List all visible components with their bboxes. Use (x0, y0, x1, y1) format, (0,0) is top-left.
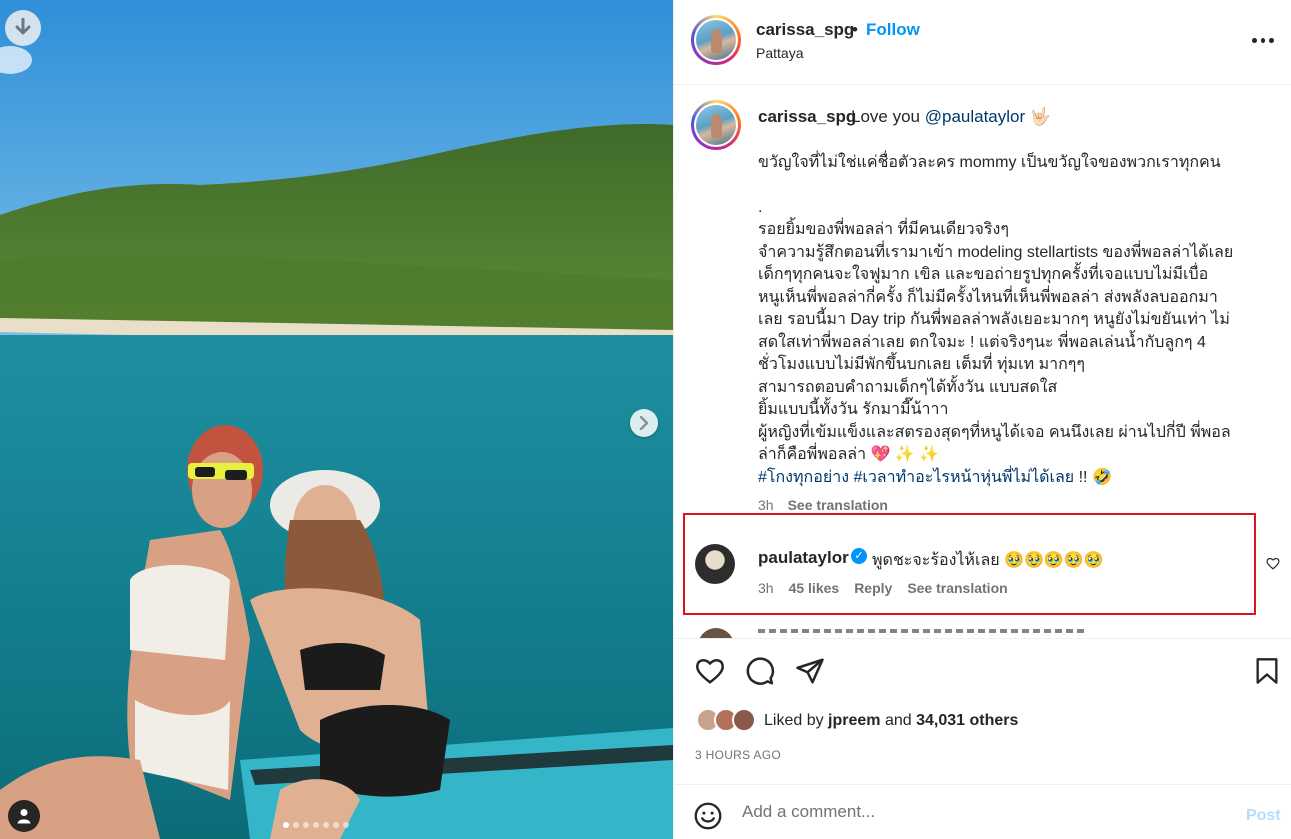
carousel-next-button[interactable] (630, 409, 658, 437)
caption-line: ชั่วโมงแบบไม่มีพักขึ้นบกเลย เต็มที่ ทุ่ม… (758, 356, 1085, 373)
commenter-avatar[interactable] (695, 544, 735, 584)
comment-meta: 3h 45 likes Reply See translation (758, 580, 1008, 596)
post-side-panel: carissa_spg • Follow Pattaya carissa_spg… (673, 0, 1291, 839)
verified-badge-icon: ✓ (851, 548, 867, 564)
carousel-dot (283, 822, 289, 828)
caption-hashtag-suffix: !! 🤣 (1074, 468, 1112, 486)
caption-line: ล่าก็คือพี่พอลล่า 💖 ✨ ✨ (758, 446, 940, 463)
comment-bubble-icon[interactable] (745, 657, 775, 687)
save-bookmark-icon[interactable] (1254, 657, 1280, 685)
carousel-dot (303, 822, 309, 828)
like-heart-icon[interactable] (695, 657, 725, 685)
carousel-dot (313, 822, 319, 828)
comment-reply-button[interactable]: Reply (854, 580, 892, 596)
more-options-icon[interactable] (1252, 38, 1275, 44)
author-username[interactable]: carissa_spg (756, 20, 854, 40)
liked-by-text: Liked by jpreem and 34,031 others (764, 712, 1018, 730)
liked-by-others[interactable]: 34,031 others (916, 712, 1018, 729)
post-photo[interactable] (0, 0, 673, 839)
follow-button[interactable]: Follow (866, 20, 920, 40)
caption-line: รอยยิ้มของพี่พอลล่า ที่มีคนเดียวจริงๆ (758, 221, 1009, 238)
caption-mention-link[interactable]: @paulataylor (925, 107, 1025, 126)
chevron-right-icon (639, 416, 649, 430)
comment-text: พูดชะจะร้องไห้เลย 🥹🥹🥹🥹🥹 (872, 552, 1104, 569)
carousel-dot (293, 822, 299, 828)
caption-username[interactable]: carissa_spg (758, 107, 856, 127)
share-send-icon[interactable] (795, 657, 825, 685)
caption-meta: 3h See translation (758, 497, 888, 513)
caption-hashtag-line: #โกงทุกอย่าง #เวลาทำอะไรหน้าหุ่นพี่ไม่ได… (758, 467, 1268, 490)
commenter-username[interactable]: paulataylor (758, 548, 849, 568)
caption-line: สามารถตอบคำถามเด็กๆได้ทั้งวัน แบบสดใส (758, 378, 1058, 396)
caption-line: เด็กๆทุกคนจะใจฟูมาก เขิล และขอถ่ายรูปทุก… (758, 266, 1209, 283)
caption-line: หนูเห็นพี่พอลล่ากี่ครั้ง ก็ไม่มีครั้งไหน… (758, 288, 1218, 306)
caption-line: จำความรู้สึกตอนที่เรามาเข้า modeling ste… (758, 243, 1234, 261)
download-icon (15, 18, 31, 35)
liked-by-prefix: Liked by (764, 712, 829, 729)
caption-line: ขวัญใจที่ไม่ใช่แค่ชื่อตัวละคร mommy เป็น… (758, 154, 1221, 171)
liked-by-and: and (880, 712, 917, 729)
add-comment-input[interactable] (742, 797, 1222, 827)
caption-hashtags[interactable]: #โกงทุกอย่าง #เวลาทำอะไรหน้าหุ่นพี่ไม่ได… (758, 469, 1074, 486)
caption-line: ยิ้มแบบนี้ทั้งวัน รักมามี๊น้าาา (758, 401, 949, 418)
caption-line: ผู้หญิงที่เข้มแข็งและสตรองสุดๆที่หนูได้เ… (758, 423, 1231, 441)
liked-by-user[interactable]: jpreem (828, 712, 880, 729)
caption-line: . (758, 198, 763, 216)
carousel-dot (343, 822, 349, 828)
post-location[interactable]: Pattaya (756, 45, 803, 61)
liked-by-avatars[interactable] (696, 708, 758, 734)
carousel-indicator (283, 822, 349, 828)
comment-see-translation[interactable]: See translation (907, 580, 1007, 596)
caption-text: Love you (851, 107, 925, 126)
caption-author-avatar[interactable] (691, 100, 741, 150)
caption-line (758, 175, 1268, 197)
user-icon (17, 809, 31, 824)
caption-line: สดใสเท่าพี่พอลล่าเลย ตกใจมะ ! แต่จริงๆนะ… (758, 333, 1206, 351)
caption-emoji: 🤟🏻 (1029, 107, 1052, 126)
caption-time[interactable]: 3h (758, 497, 774, 513)
comment-likes[interactable]: 45 likes (789, 580, 840, 596)
carousel-dot (323, 822, 329, 828)
download-button[interactable] (5, 10, 41, 46)
caption-line: เลย รอบนี้มา Day trip กันพี่พอลล่าพลังเย… (758, 311, 1230, 328)
caption-first-line: Love you @paulataylor 🤟🏻 (851, 107, 1051, 127)
caption-see-translation[interactable]: See translation (788, 497, 888, 513)
post-time-ago[interactable]: 3 HOURS AGO (695, 748, 781, 762)
emoji-icon[interactable] (694, 802, 722, 830)
post-comment-button[interactable]: Post (1246, 807, 1281, 825)
next-comment-peek (694, 628, 1254, 638)
header-separator: • (852, 20, 858, 39)
author-avatar[interactable] (691, 15, 741, 65)
post-header: carissa_spg • Follow Pattaya (674, 0, 1291, 85)
carousel-dot (333, 822, 339, 828)
comment-time[interactable]: 3h (758, 580, 774, 596)
add-comment-bar: Post (674, 784, 1291, 839)
post-actions-bar: Liked by jpreem and 34,031 others 3 HOUR… (674, 638, 1291, 784)
comment-like-heart-icon[interactable] (1266, 557, 1280, 570)
beach-photo-image (0, 0, 673, 839)
tagged-users-button[interactable] (8, 800, 40, 832)
caption-body: ขวัญใจที่ไม่ใช่แค่ชื่อตัวละคร mommy เป็น… (758, 152, 1268, 489)
